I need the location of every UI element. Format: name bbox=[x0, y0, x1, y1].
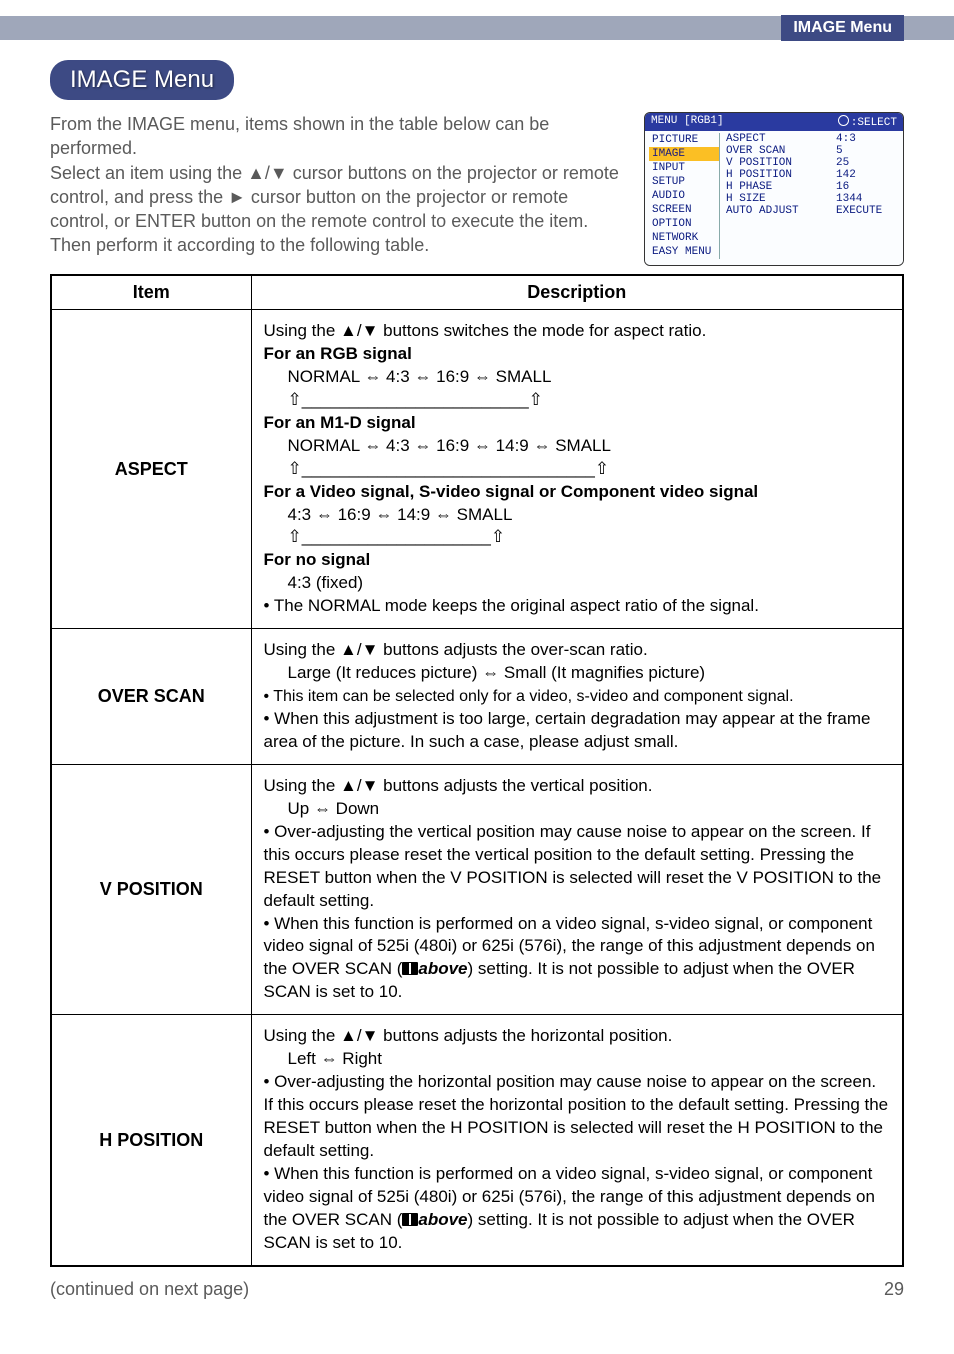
page-content: IMAGE Menu From the IMAGE menu, items sh… bbox=[0, 40, 954, 1277]
osd-left-item: NETWORK bbox=[649, 231, 719, 245]
osd-right-row: OVER SCAN5 bbox=[726, 145, 899, 157]
osd-left-item: OPTION bbox=[649, 217, 719, 231]
osd-right-row: V POSITION25 bbox=[726, 157, 899, 169]
osd-body: PICTUREIMAGEINPUTSETUPAUDIOSCREENOPTIONN… bbox=[645, 131, 903, 265]
subhead: For an M1-D signal bbox=[264, 413, 416, 432]
text: Up ⇔ Down bbox=[264, 798, 891, 821]
item-overscan: OVER SCAN bbox=[51, 629, 251, 765]
osd-right-value: 1344 bbox=[836, 193, 862, 205]
footer: (continued on next page) 29 bbox=[0, 1277, 954, 1310]
subhead: For a Video signal, S-video signal or Co… bbox=[264, 482, 759, 501]
osd-right-value: 5 bbox=[836, 145, 843, 157]
osd-right-label: H POSITION bbox=[726, 169, 836, 181]
osd-left-column: PICTUREIMAGEINPUTSETUPAUDIOSCREENOPTIONN… bbox=[649, 133, 719, 259]
text: Large (It reduces picture) ⇔ Small (It m… bbox=[264, 662, 891, 685]
osd-right-row: H PHASE16 bbox=[726, 181, 899, 193]
subhead: For no signal bbox=[264, 550, 371, 569]
osd-right-label: AUTO ADJUST bbox=[726, 205, 836, 217]
osd-right-label: V POSITION bbox=[726, 157, 836, 169]
text: • Over-adjusting the vertical position m… bbox=[264, 822, 882, 910]
text: Using the ▲/▼ buttons adjusts the over-s… bbox=[264, 640, 648, 659]
osd-left-item: PICTURE bbox=[649, 133, 719, 147]
osd-left-item: INPUT bbox=[649, 161, 719, 175]
text: Using the ▲/▼ buttons adjusts the vertic… bbox=[264, 776, 653, 795]
desc-vposition: Using the ▲/▼ buttons adjusts the vertic… bbox=[251, 764, 903, 1014]
book-icon bbox=[402, 962, 418, 975]
item-aspect: ASPECT bbox=[51, 310, 251, 629]
osd-left-item: SCREEN bbox=[649, 203, 719, 217]
ref: above bbox=[418, 959, 467, 978]
osd-right-label: OVER SCAN bbox=[726, 145, 836, 157]
osd-menu-label: MENU [RGB1] bbox=[651, 115, 724, 129]
desc-hposition: Using the ▲/▼ buttons adjusts the horizo… bbox=[251, 1015, 903, 1266]
osd-right-label: ASPECT bbox=[726, 133, 836, 145]
title-wrap: IMAGE Menu bbox=[50, 60, 904, 100]
loop-arrow: ⇧________________________⇧ bbox=[264, 389, 891, 412]
book-icon bbox=[402, 1213, 418, 1226]
loop-arrow: ⇧____________________⇧ bbox=[264, 526, 891, 549]
osd-right-value: 4:3 bbox=[836, 133, 856, 145]
item-vposition: V POSITION bbox=[51, 764, 251, 1014]
text: Using the ▲/▼ buttons switches the mode … bbox=[264, 321, 707, 340]
col-header-description: Description bbox=[251, 275, 903, 310]
section-label: IMAGE Menu bbox=[781, 15, 904, 41]
text: 4:3 ⇔ 16:9 ⇔ 14:9 ⇔ SMALL bbox=[264, 504, 891, 527]
text: • This item can be selected only for a v… bbox=[264, 688, 794, 705]
intro-row: From the IMAGE menu, items shown in the … bbox=[50, 112, 904, 266]
subhead: For an RGB signal bbox=[264, 344, 412, 363]
osd-panel: MENU [RGB1] :SELECT PICTUREIMAGEINPUTSET… bbox=[644, 112, 904, 266]
osd-select-label: :SELECT bbox=[838, 115, 897, 129]
osd-right-value: 25 bbox=[836, 157, 849, 169]
osd-left-item: IMAGE bbox=[649, 147, 719, 161]
osd-right-row: H SIZE1344 bbox=[726, 193, 899, 205]
osd-left-item: EASY MENU bbox=[649, 245, 719, 259]
text: NORMAL ⇔ 4:3 ⇔ 16:9 ⇔ SMALL bbox=[264, 366, 891, 389]
table-row: V POSITION Using the ▲/▼ buttons adjusts… bbox=[51, 764, 903, 1014]
continued-label: (continued on next page) bbox=[50, 1279, 249, 1300]
intro-text: From the IMAGE menu, items shown in the … bbox=[50, 112, 624, 266]
page-number: 29 bbox=[884, 1279, 904, 1300]
osd-left-item: AUDIO bbox=[649, 189, 719, 203]
table-row: H POSITION Using the ▲/▼ buttons adjusts… bbox=[51, 1015, 903, 1266]
osd-right-label: H PHASE bbox=[726, 181, 836, 193]
osd-right-label: H SIZE bbox=[726, 193, 836, 205]
col-header-item: Item bbox=[51, 275, 251, 310]
osd-right-value: EXECUTE bbox=[836, 205, 882, 217]
text: • When this adjustment is too large, cer… bbox=[264, 709, 871, 751]
text: Using the ▲/▼ buttons adjusts the horizo… bbox=[264, 1026, 673, 1045]
text: • Over-adjusting the horizontal position… bbox=[264, 1072, 889, 1160]
desc-overscan: Using the ▲/▼ buttons adjusts the over-s… bbox=[251, 629, 903, 765]
osd-right-column: ASPECT4:3OVER SCAN5V POSITION25H POSITIO… bbox=[719, 133, 899, 259]
text: • The NORMAL mode keeps the original asp… bbox=[264, 596, 759, 615]
table-row: ASPECT Using the ▲/▼ buttons switches th… bbox=[51, 310, 903, 629]
osd-title-bar: MENU [RGB1] :SELECT bbox=[645, 113, 903, 131]
loop-arrow: ⇧_______________________________⇧ bbox=[264, 458, 891, 481]
desc-aspect: Using the ▲/▼ buttons switches the mode … bbox=[251, 310, 903, 629]
osd-left-item: SETUP bbox=[649, 175, 719, 189]
item-hposition: H POSITION bbox=[51, 1015, 251, 1266]
text: 4:3 (fixed) bbox=[264, 572, 891, 595]
osd-right-value: 16 bbox=[836, 181, 849, 193]
table-row: OVER SCAN Using the ▲/▼ buttons adjusts … bbox=[51, 629, 903, 765]
text: Left ⇔ Right bbox=[264, 1048, 891, 1071]
ref: above bbox=[418, 1210, 467, 1229]
osd-right-row: H POSITION142 bbox=[726, 169, 899, 181]
settings-table: Item Description ASPECT Using the ▲/▼ bu… bbox=[50, 274, 904, 1267]
osd-right-row: AUTO ADJUSTEXECUTE bbox=[726, 205, 899, 217]
text: NORMAL ⇔ 4:3 ⇔ 16:9 ⇔ 14:9 ⇔ SMALL bbox=[264, 435, 891, 458]
page-title: IMAGE Menu bbox=[50, 60, 234, 100]
select-icon bbox=[838, 115, 849, 126]
header-bar: IMAGE Menu bbox=[0, 0, 954, 40]
osd-right-row: ASPECT4:3 bbox=[726, 133, 899, 145]
osd-right-value: 142 bbox=[836, 169, 856, 181]
